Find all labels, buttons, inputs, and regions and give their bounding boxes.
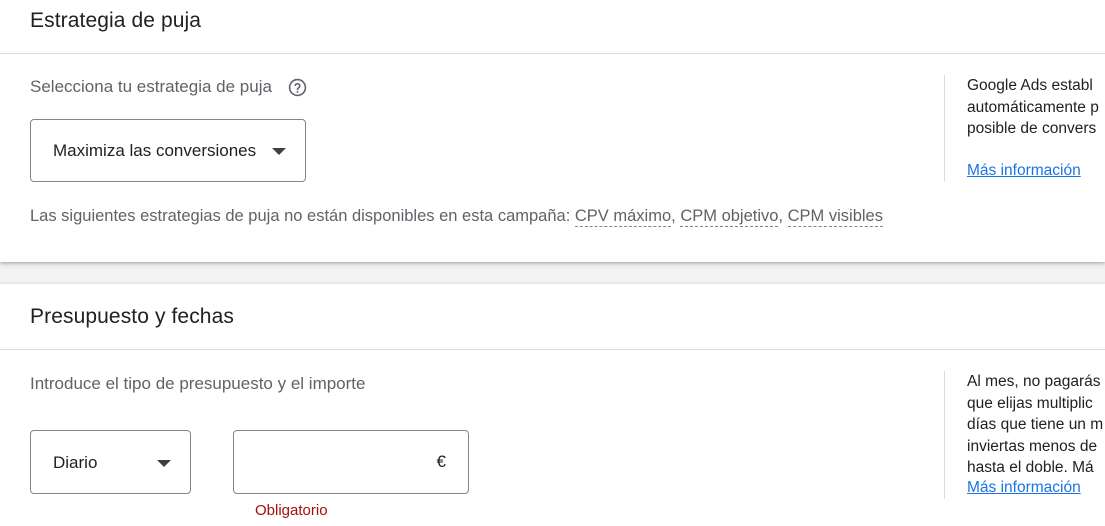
bidding-more-info-link[interactable]: Más información xyxy=(967,162,1081,180)
bidding-strategy-card: Estrategia de puja Selecciona tu estrate… xyxy=(0,0,1105,262)
separator-comma: , xyxy=(671,207,681,225)
title-divider xyxy=(0,53,1105,54)
side-info-line: días que tiene un m xyxy=(967,416,1104,433)
budget-type-select[interactable]: Diario xyxy=(30,430,191,494)
dropdown-arrow-icon xyxy=(157,460,171,467)
budget-dates-card: Presupuesto y fechas Introduce el tipo d… xyxy=(0,284,1105,526)
title-divider xyxy=(0,349,1105,350)
currency-euro-symbol: € xyxy=(436,452,446,471)
strategy-cpm-viewable[interactable]: CPM visibles xyxy=(787,207,883,227)
bidding-strategy-title: Estrategia de puja xyxy=(30,9,202,32)
budget-more-info-link[interactable]: Más información xyxy=(967,479,1081,497)
side-info-line: automáticamente p xyxy=(967,98,1099,116)
side-info-line: hasta el doble. Má xyxy=(967,459,1094,476)
strategy-cpm-target[interactable]: CPM objetivo xyxy=(680,207,779,227)
bidding-strategy-label: Selecciona tu estrategia de puja xyxy=(30,77,272,96)
budget-amount-input[interactable]: € xyxy=(233,430,469,494)
budget-dates-title: Presupuesto y fechas xyxy=(30,305,234,328)
side-info-line: inviertas menos de xyxy=(967,437,1098,455)
separator-comma: , xyxy=(778,207,788,225)
unavailable-strategies-prefix: Las siguientes estrategias de puja no es… xyxy=(30,207,575,225)
required-error-message: Obligatorio xyxy=(255,502,328,519)
budget-label: Introduce el tipo de presupuesto y el im… xyxy=(30,374,366,393)
budget-side-info: Al mes, no pagarás que elijas multiplic … xyxy=(967,371,1105,479)
side-info-line: que elijas multiplic xyxy=(967,394,1093,412)
side-info-line: Al mes, no pagarás xyxy=(967,373,1101,390)
side-info-line: Google Ads establ xyxy=(967,77,1093,94)
dropdown-arrow-icon xyxy=(272,148,286,155)
side-panel-divider xyxy=(944,75,945,182)
bidding-side-info: Google Ads establ automáticamente p posi… xyxy=(967,75,1105,140)
bidding-strategy-select[interactable]: Maximiza las conversiones xyxy=(30,119,306,182)
strategy-cpv-max[interactable]: CPV máximo xyxy=(574,207,672,227)
bidding-strategy-value: Maximiza las conversiones xyxy=(53,141,257,160)
side-panel-divider xyxy=(944,371,945,499)
unavailable-strategies-note: Las siguientes estrategias de puja no es… xyxy=(30,207,883,227)
side-info-line: posible de convers xyxy=(967,120,1097,137)
budget-type-value: Diario xyxy=(53,453,98,472)
help-circle-icon[interactable] xyxy=(288,78,307,97)
